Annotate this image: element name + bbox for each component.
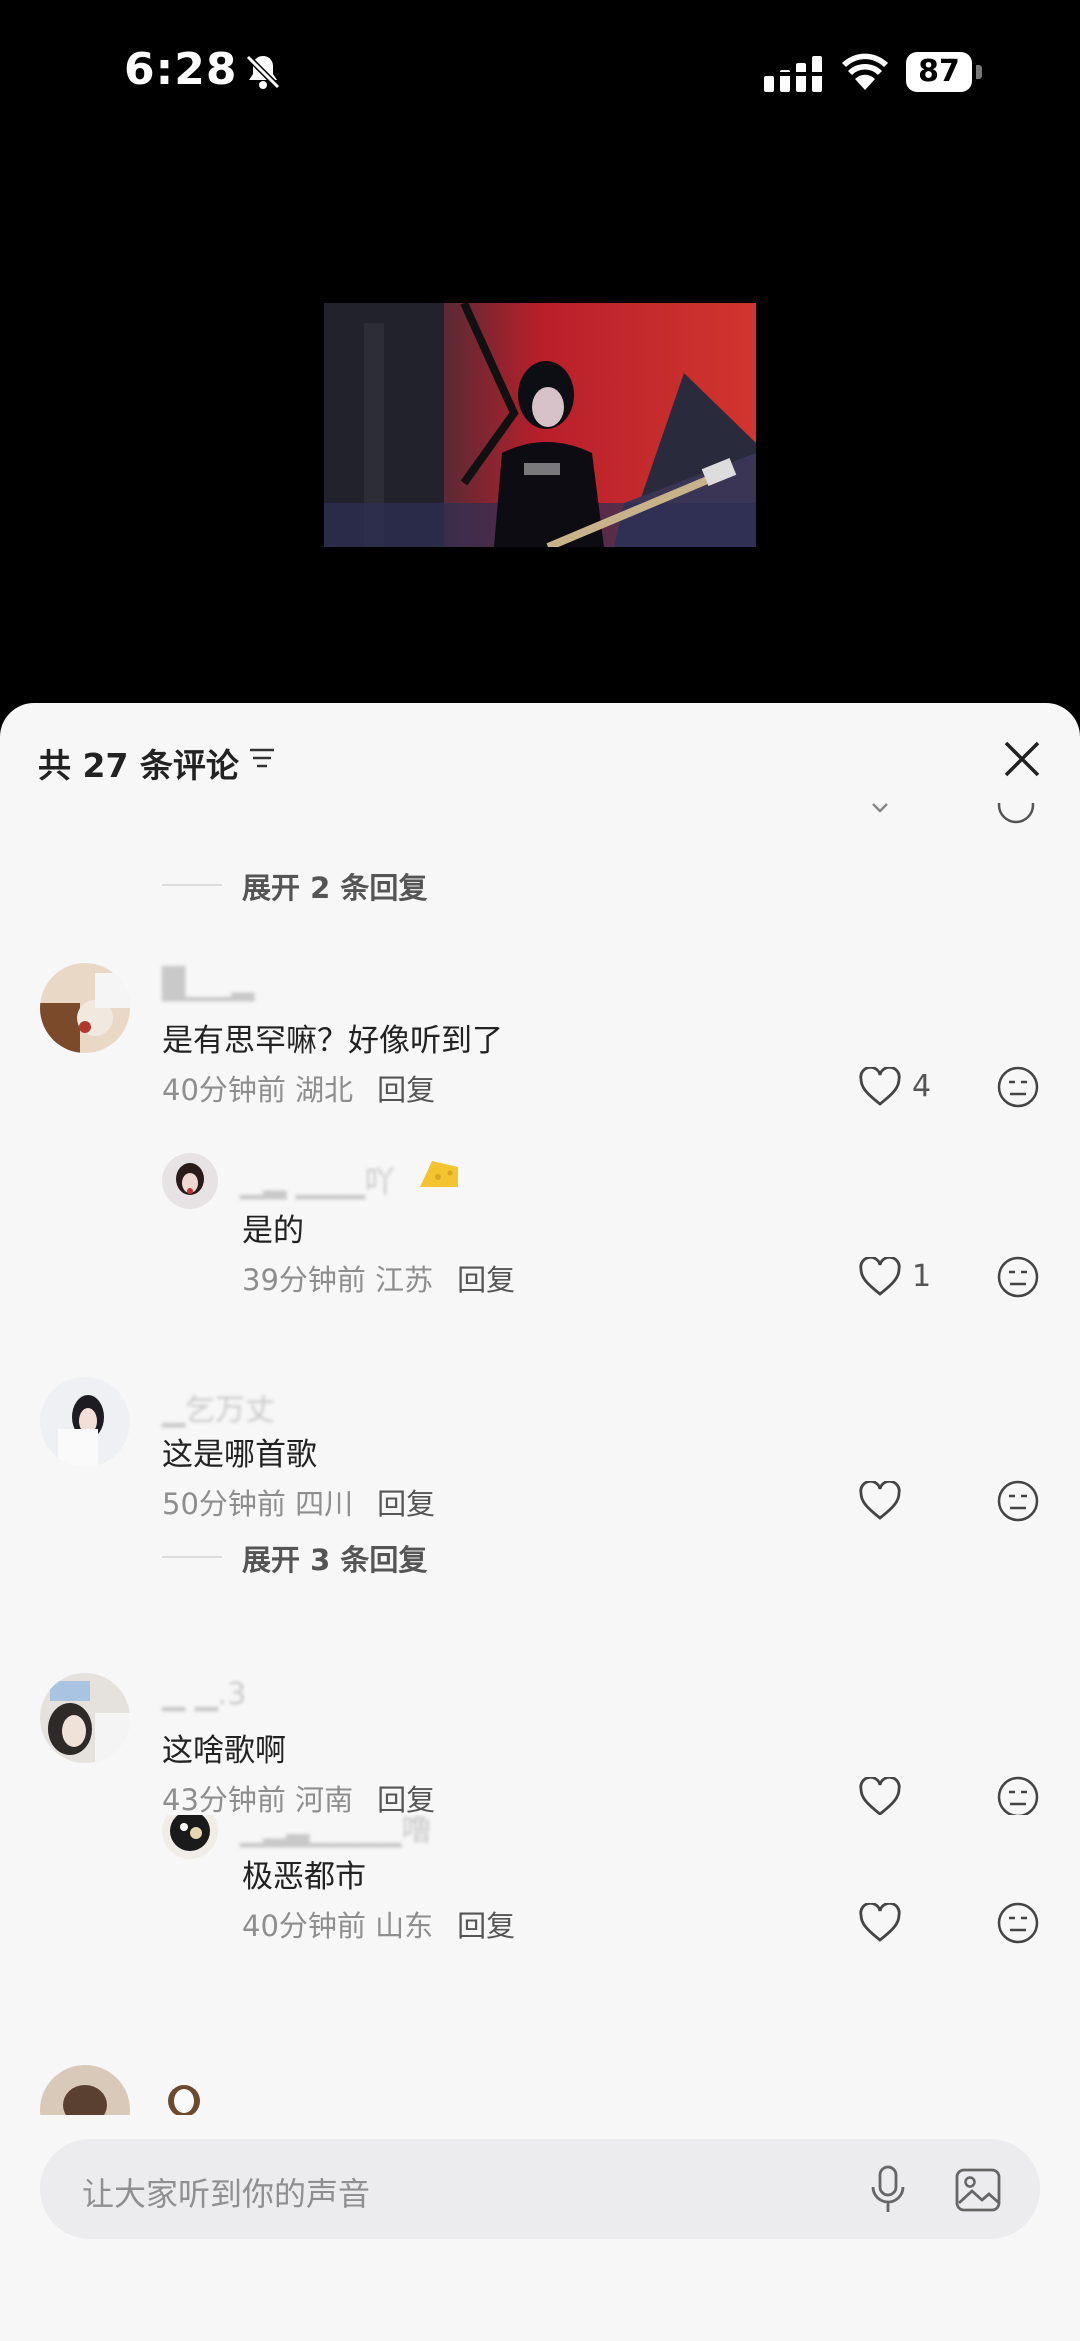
comment-text: 是有思罕嘛？好像听到了 xyxy=(162,1023,503,1059)
comment-meta: 43分钟前 河南 回复 xyxy=(162,1777,435,1815)
comment-input[interactable]: 让大家听到你的声音 xyxy=(82,2169,370,2215)
emoji-reaction-icon[interactable] xyxy=(996,1775,1040,1815)
username-blurred: ▁ ▁.3 xyxy=(162,1677,247,1712)
image-icon[interactable] xyxy=(954,2167,1002,2213)
avatar[interactable] xyxy=(40,963,130,1053)
comment-text: 这是哪首歌 xyxy=(162,1437,317,1473)
like-heart-icon[interactable] xyxy=(858,1777,902,1815)
signal-icon xyxy=(764,56,826,92)
like-count: 1 xyxy=(912,1259,932,1294)
reply-button[interactable]: 回复 xyxy=(377,1073,435,1107)
battery-level: 87 xyxy=(906,52,972,92)
reply-location: 山东 xyxy=(375,1909,434,1943)
comment-time: 50分钟前 xyxy=(162,1487,286,1521)
battery-icon: 87 xyxy=(906,52,986,94)
like-heart-icon[interactable] xyxy=(858,1903,902,1943)
microphone-icon[interactable] xyxy=(870,2165,906,2215)
sort-icon[interactable] xyxy=(248,745,276,773)
username-blurred: ▁▂▃▁▁▁▁噜 xyxy=(240,1815,432,1848)
like-heart-icon[interactable] xyxy=(858,1257,902,1297)
reply-meta: 39分钟前 江苏 回复 xyxy=(242,1257,515,1299)
like-heart-icon[interactable] xyxy=(858,1481,902,1521)
comment-location: 河南 xyxy=(295,1783,354,1815)
avatar[interactable] xyxy=(162,1153,218,1209)
status-bar: 6:28 87 xyxy=(0,0,1080,150)
avatar[interactable] xyxy=(40,1377,130,1467)
reply-time: 39分钟前 xyxy=(242,1263,366,1297)
reply-button[interactable]: 回复 xyxy=(377,1783,435,1815)
comments-count-title: 共 27 条评论 xyxy=(38,746,239,785)
like-heart-icon[interactable] xyxy=(858,1067,902,1107)
emoji-reaction-icon[interactable] xyxy=(996,1901,1040,1945)
status-time: 6:28 xyxy=(124,44,238,95)
comment-text: 这啥歌啊 xyxy=(162,1733,286,1769)
emoji-reaction-icon[interactable] xyxy=(996,1255,1040,1299)
reply-location: 江苏 xyxy=(375,1263,434,1297)
reply-button[interactable]: 回复 xyxy=(457,1909,515,1943)
avatar[interactable] xyxy=(40,2065,130,2115)
username-blurred: ▁乞万丈 xyxy=(162,1393,276,1428)
comment-time: 43分钟前 xyxy=(162,1783,286,1815)
avatar[interactable] xyxy=(40,1673,130,1763)
comments-sheet: 共 27 条评论 展开 2 条回复 █▁▁▂ 是有思罕嘛？好像听到了 40分钟前… xyxy=(0,703,1080,2341)
comment-meta: 50分钟前 四川 回复 xyxy=(162,1481,435,1523)
coconut-emoji-icon xyxy=(168,2085,200,2115)
reply-button[interactable]: 回复 xyxy=(377,1487,435,1521)
emoji-reaction-icon[interactable] xyxy=(996,1065,1040,1109)
reply-time: 40分钟前 xyxy=(242,1909,366,1943)
reply-text: 是的 xyxy=(242,1213,304,1249)
comment-time: 40分钟前 xyxy=(162,1073,286,1107)
reply-meta: 40分钟前 山东 回复 xyxy=(242,1903,515,1945)
close-icon[interactable] xyxy=(1000,737,1044,781)
username-blurred: █▁▁▂ xyxy=(162,967,255,1002)
comment-location: 湖北 xyxy=(295,1073,354,1107)
comment-input-bar[interactable]: 让大家听到你的声音 xyxy=(40,2139,1040,2239)
wifi-icon xyxy=(842,53,888,90)
comment-meta: 40分钟前 湖北 回复 xyxy=(162,1067,435,1109)
cheese-emoji-icon xyxy=(420,1161,458,1187)
comments-list[interactable]: 展开 2 条回复 █▁▁▂ 是有思罕嘛？好像听到了 40分钟前 湖北回复 4 xyxy=(0,803,1080,1815)
emoji-reaction-icon[interactable] xyxy=(996,1479,1040,1523)
like-count: 4 xyxy=(912,1069,932,1104)
comments-list-continued[interactable]: ▁▂▃▁▁▁▁噜 极恶都市 40分钟前 山东 回复 xyxy=(0,1815,1080,2115)
bell-slash-icon xyxy=(245,54,281,90)
reply-button[interactable]: 回复 xyxy=(457,1263,515,1297)
emoji-reaction-icon xyxy=(997,803,1035,824)
username-blurred: ▁▂ ▁▁▁吖 xyxy=(240,1165,395,1200)
avatar[interactable] xyxy=(162,1815,218,1859)
chevron-down-icon xyxy=(872,803,888,813)
video-thumbnail[interactable] xyxy=(324,303,756,547)
comment-location: 四川 xyxy=(295,1487,354,1521)
reply-text: 极恶都市 xyxy=(242,1859,366,1895)
